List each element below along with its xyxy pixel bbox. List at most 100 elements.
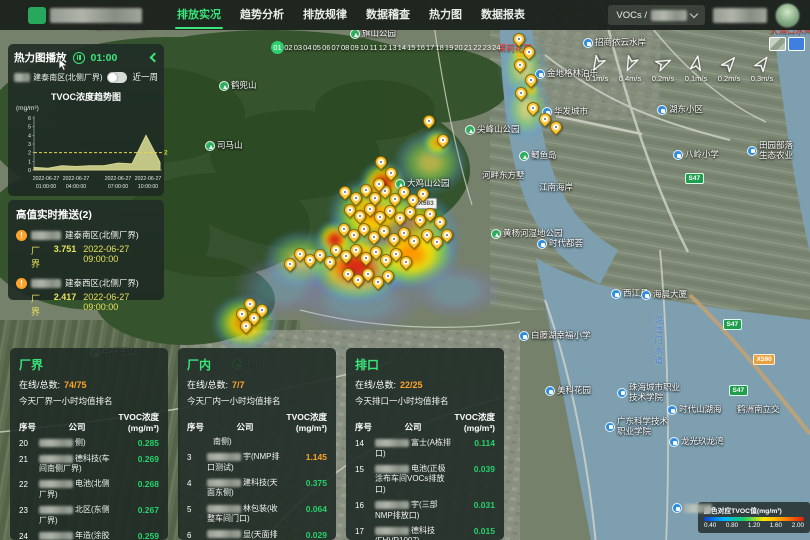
- row-company: 电池(正极涂布车间VOCs排放口): [375, 464, 453, 495]
- wind-indicator: 0.3m/s: [747, 54, 777, 83]
- alert-icon: !: [16, 230, 27, 241]
- table-title: 厂内: [187, 356, 327, 373]
- table-row[interactable]: 15电池(正极涂布车间VOCs排放口)0.039: [355, 464, 495, 495]
- range-toggle[interactable]: [107, 72, 127, 83]
- table-row[interactable]: 16宇(三部NMP排放口)0.031: [355, 500, 495, 521]
- nav-item-热力图[interactable]: 热力图: [429, 0, 462, 30]
- svg-text:4: 4: [28, 133, 31, 139]
- table-row[interactable]: 3宇(NMP排口测试)1.145: [187, 452, 327, 473]
- table-row[interactable]: 5林包装(收整车间门口)0.064: [187, 504, 327, 525]
- blurred-company-name: [375, 527, 409, 535]
- blurred-app-title: [50, 8, 142, 23]
- nav-item-数据报表[interactable]: 数据报表: [481, 0, 525, 30]
- vocs-selector[interactable]: VOCs /: [608, 5, 705, 25]
- table-title: 厂界: [19, 356, 159, 373]
- row-index: 3: [187, 452, 205, 462]
- table-row[interactable]: 4建科技(天面东侧)0.375: [187, 478, 327, 499]
- blurred-company-name: [39, 439, 73, 447]
- row-tvoc-value: 1.145: [287, 452, 327, 462]
- push-value: 3.751: [54, 244, 77, 270]
- table-title: 排口: [355, 356, 495, 373]
- row-index: 6: [187, 530, 205, 540]
- blurred-company-name: [375, 465, 409, 473]
- svg-text:2: 2: [164, 150, 168, 157]
- table-row[interactable]: 22电池(北侧厂界)0.268: [19, 479, 159, 500]
- table-subtitle: 今天厂界一小时均值排名: [19, 395, 159, 407]
- row-index: 24: [19, 531, 37, 540]
- table-row[interactable]: 14富士(A栋排口)0.114: [355, 438, 495, 459]
- blurred-company-name: [39, 455, 73, 463]
- wind-speed-label: 0.4m/s: [619, 74, 642, 83]
- legend-ticks: 0.400.801.201.602.00: [704, 522, 804, 529]
- partial-row-text: 南侧): [213, 436, 327, 447]
- vocs-prefix-label: VOCs /: [616, 10, 647, 21]
- table-subtitle: 今天厂内一小时均值排名: [187, 395, 327, 407]
- row-index: 17: [355, 526, 373, 536]
- svg-text:6: 6: [28, 116, 31, 122]
- wind-indicators: 0.1m/s0.4m/s0.2m/s0.1m/s0.2m/s0.3m/s: [582, 54, 777, 83]
- table-subtitle: 今天排口一小时均值排名: [355, 395, 495, 407]
- header-no: 序号: [19, 421, 39, 433]
- header-company: 公司: [39, 421, 115, 433]
- nav-item-排放规律[interactable]: 排放规律: [303, 0, 347, 30]
- blurred-company-prefix: [31, 231, 61, 240]
- svg-text:1: 1: [28, 159, 31, 165]
- header-no: 序号: [355, 421, 375, 433]
- row-tvoc-value: 0.029: [287, 530, 327, 540]
- blurred-station-selection: [651, 10, 687, 21]
- avatar[interactable]: [775, 3, 800, 28]
- ranking-tables: 厂界在线/总数:74/75今天厂界一小时均值排名序号公司TVOC浓度(mg/m³…: [10, 348, 504, 540]
- blurred-station-prefix: [14, 73, 30, 82]
- online-count: 在线/总数:74/75: [19, 378, 159, 391]
- heatmap-playback-panel: 热力图播放 01:00 建泰南区(北侧厂界) 近一周 TVOC浓度趋势图 (mg…: [8, 44, 164, 196]
- row-company: 建科技(天面东侧): [207, 478, 285, 499]
- row-company: 电池(北侧厂界): [39, 479, 117, 500]
- table-row[interactable]: 21德科技(车间南侧厂界)0.269: [19, 454, 159, 475]
- online-label: 在线/总数:: [187, 380, 228, 390]
- row-index: 23: [19, 505, 37, 515]
- chart-title: TVOC浓度趋势图: [14, 90, 158, 103]
- svg-text:2022-06-2701:00:00: 2022-06-2701:00:00: [33, 176, 60, 190]
- table-header: 序号公司TVOC浓度(mg/m³): [187, 412, 327, 433]
- push-category: 厂界: [31, 244, 47, 270]
- svg-text:5: 5: [28, 125, 31, 131]
- timeline-hour-24[interactable]: 24: [488, 43, 504, 52]
- playback-title: 热力图播放: [14, 50, 67, 65]
- road-view-button[interactable]: [788, 37, 805, 51]
- header-value: TVOC浓度(mg/m³): [283, 412, 327, 433]
- svg-text:2: 2: [28, 151, 31, 157]
- online-count: 在线/总数:7/7: [187, 378, 327, 391]
- nav-item-数据稽查[interactable]: 数据稽查: [366, 0, 410, 30]
- svg-text:0: 0: [28, 168, 31, 174]
- row-index: 22: [19, 479, 37, 489]
- table-row[interactable]: 20侧)0.285: [19, 438, 159, 448]
- nav-item-趋势分析[interactable]: 趋势分析: [240, 0, 284, 30]
- collapse-chevron-icon[interactable]: [150, 53, 160, 63]
- row-index: 21: [19, 454, 37, 464]
- online-value: 74/75: [64, 380, 87, 390]
- row-company: 侧): [39, 438, 117, 448]
- push-timestamp: 2022-06-27 09:00:00: [83, 244, 156, 270]
- row-index: 4: [187, 478, 205, 488]
- wind-indicator: 0.1m/s: [582, 54, 612, 83]
- table-header: 序号公司TVOC浓度(mg/m³): [19, 412, 159, 433]
- row-tvoc-value: 0.064: [287, 504, 327, 514]
- row-company: 北区(东侧厂界): [39, 505, 117, 526]
- pause-button[interactable]: [73, 52, 85, 64]
- company-suffix: 侧): [75, 438, 86, 447]
- legend-tick: 2.00: [792, 522, 804, 529]
- wind-speed-label: 0.1m/s: [586, 74, 609, 83]
- push-timestamp: 2022-06-27 09:00:00: [83, 292, 156, 318]
- nav-item-排放实况[interactable]: 排放实况: [177, 0, 221, 30]
- push-item[interactable]: !建泰西区(北侧厂界)厂界2.4172022-06-27 09:00:00: [16, 277, 156, 318]
- table-row[interactable]: 23北区(东侧厂界)0.267: [19, 505, 159, 526]
- table-row[interactable]: 6显(天面排口西侧)0.029: [187, 530, 327, 540]
- satellite-view-button[interactable]: [769, 37, 786, 51]
- table-row[interactable]: 17德科技(FHVP1007)0.015: [355, 526, 495, 540]
- table-row[interactable]: 24年造(涂胶车间南侧)0.259: [19, 531, 159, 540]
- svg-text:2022-06-2710:00:00: 2022-06-2710:00:00: [135, 176, 162, 190]
- header-value: TVOC浓度(mg/m³): [115, 412, 159, 433]
- push-item[interactable]: !建泰南区(北侧厂界)厂界3.7512022-06-27 09:00:00: [16, 229, 156, 270]
- wind-arrow-icon: [650, 51, 675, 76]
- wind-speed-label: 0.1m/s: [685, 74, 708, 83]
